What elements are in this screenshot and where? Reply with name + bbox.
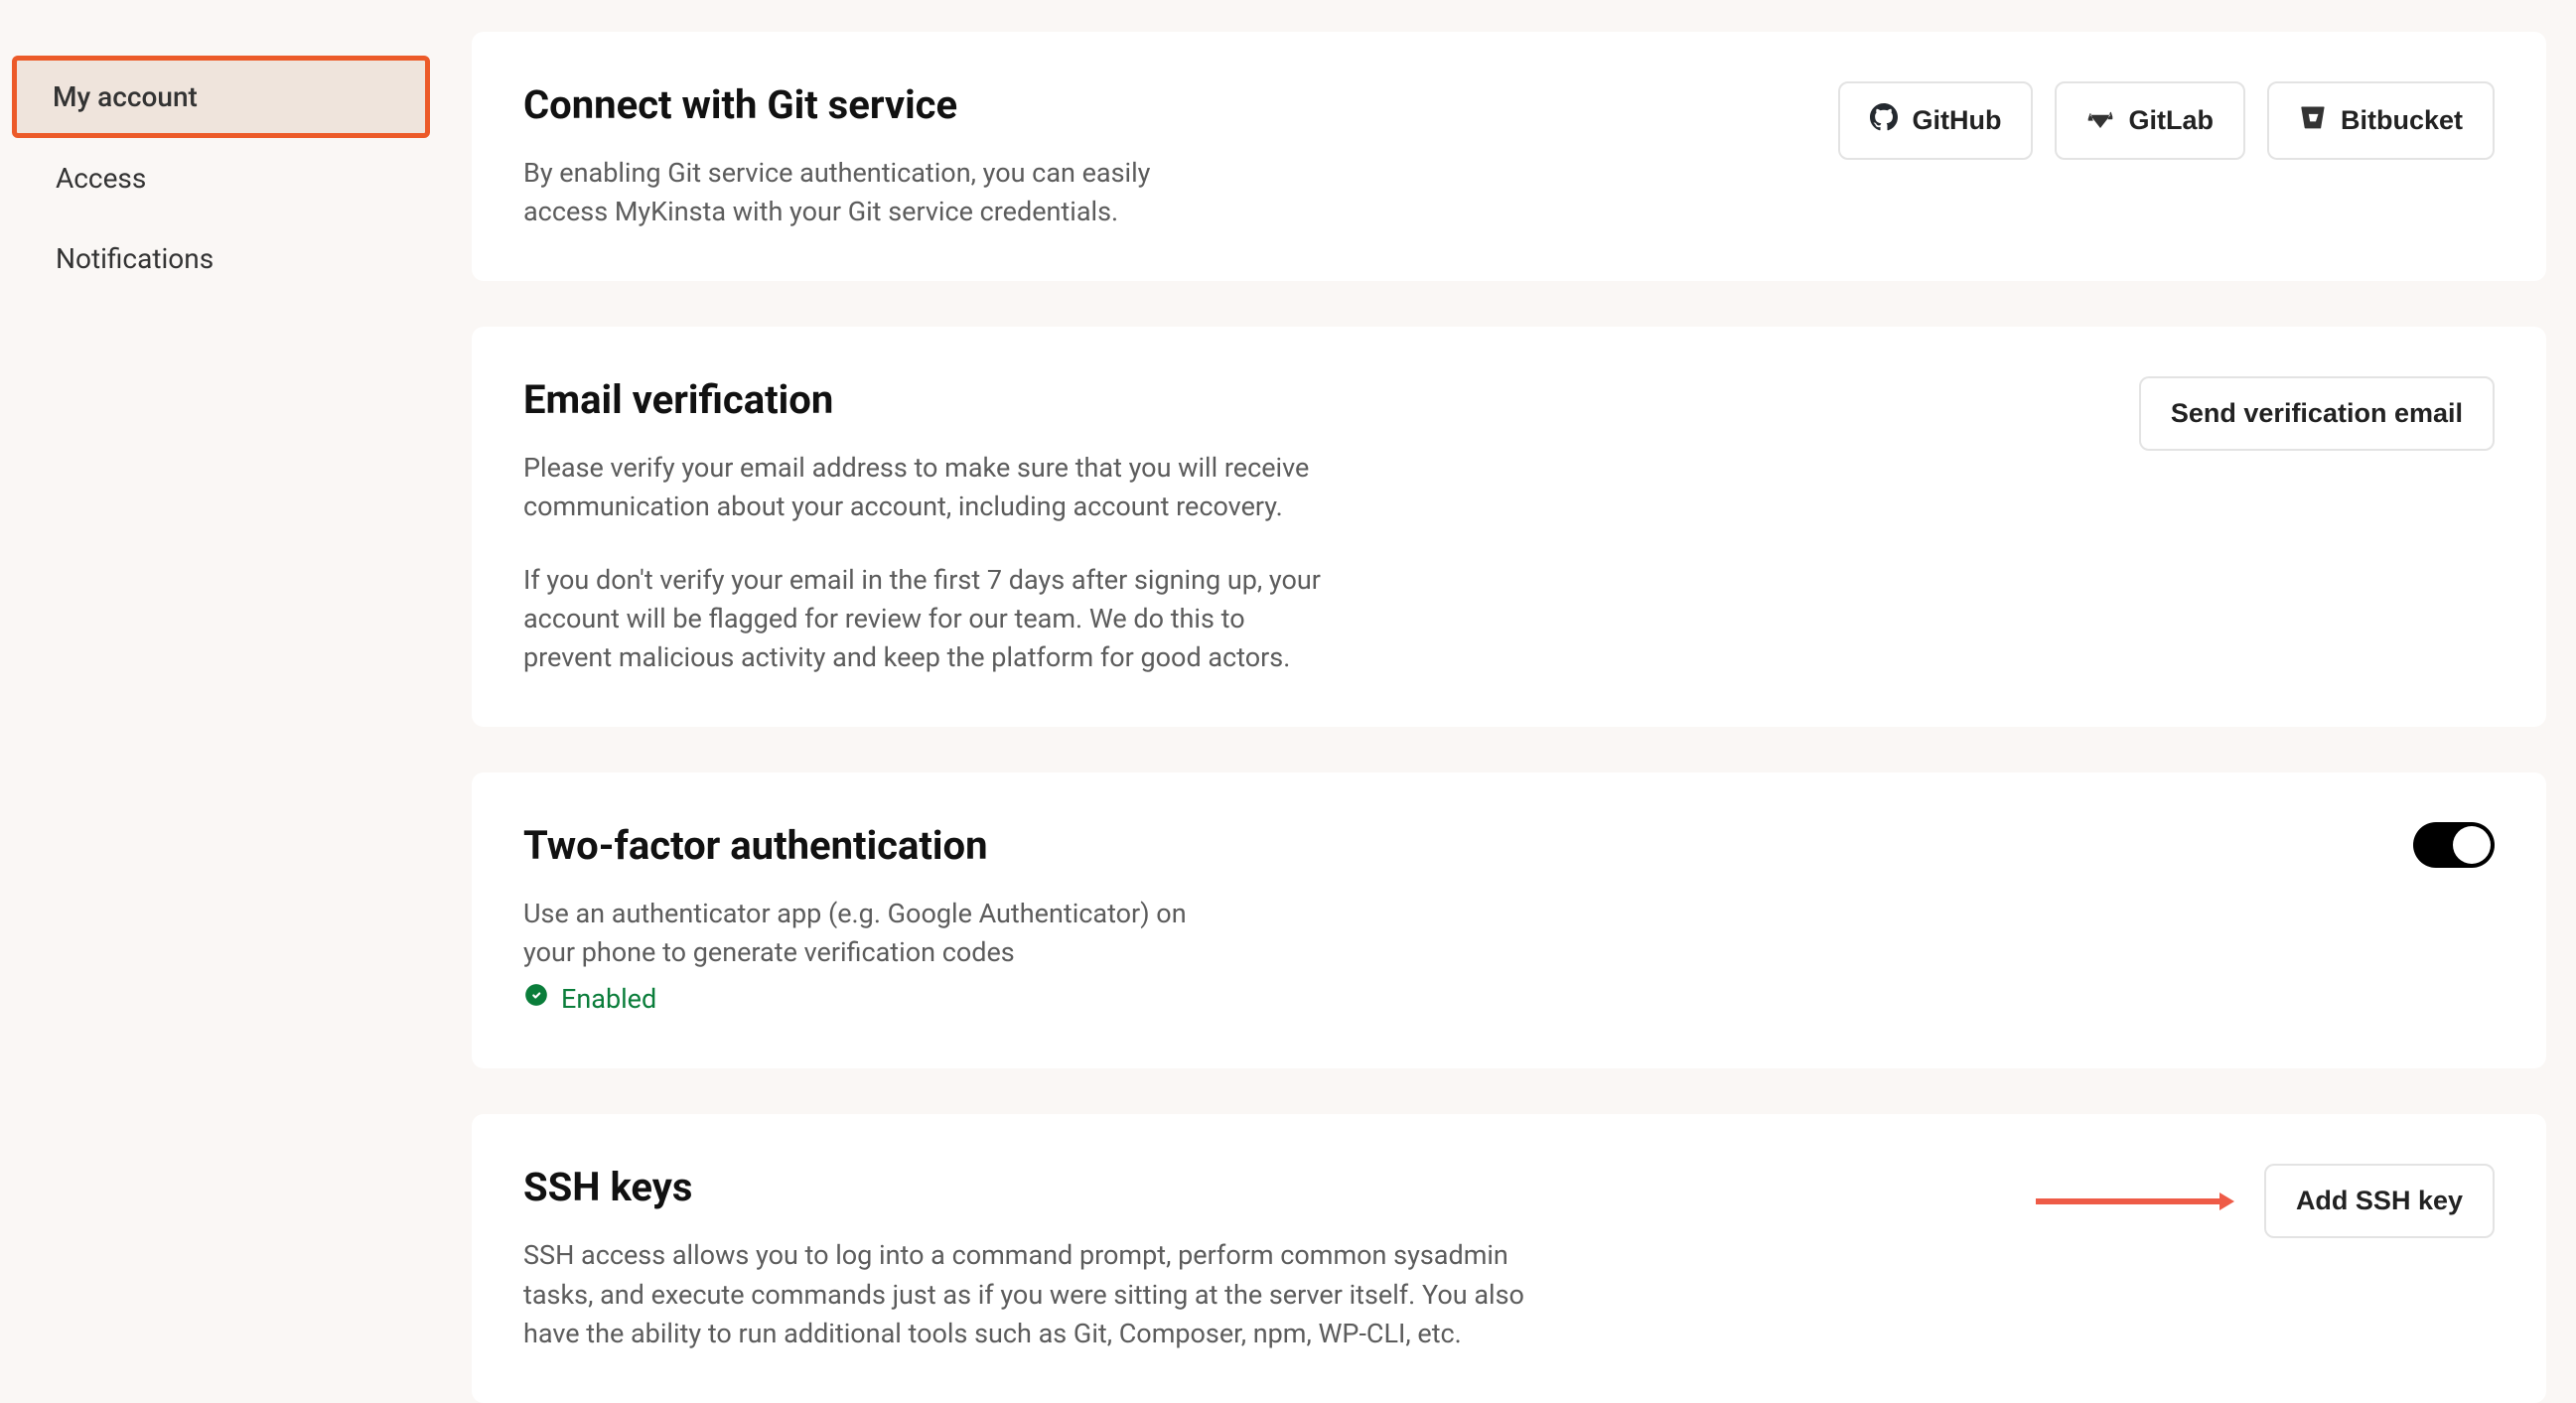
check-circle-icon <box>523 980 549 1019</box>
twofa-title: Two-factor authentication <box>523 822 1536 869</box>
twofa-status-label: Enabled <box>561 980 656 1019</box>
git-title: Connect with Git service <box>523 81 1536 128</box>
gitlab-button[interactable]: GitLab <box>2055 81 2245 160</box>
toggle-knob <box>2453 826 2491 864</box>
card-ssh-keys: SSH keys SSH access allows you to log in… <box>472 1114 2546 1402</box>
gitlab-label: GitLab <box>2128 105 2214 136</box>
add-ssh-key-label: Add SSH key <box>2296 1186 2463 1216</box>
ssh-desc: SSH access allows you to log into a comm… <box>523 1236 1536 1352</box>
annotation-arrow <box>2036 1195 2234 1207</box>
sidebar: My account Access Notifications <box>0 0 442 1350</box>
github-button[interactable]: GitHub <box>1838 81 2033 160</box>
send-verification-email-button[interactable]: Send verification email <box>2139 376 2495 451</box>
email-desc-1: Please verify your email address to make… <box>523 449 1328 526</box>
bitbucket-icon <box>2299 103 2327 138</box>
bitbucket-button[interactable]: Bitbucket <box>2267 81 2495 160</box>
ssh-title: SSH keys <box>523 1164 1536 1210</box>
card-two-factor: Two-factor authentication Use an authent… <box>472 772 2546 1068</box>
gitlab-icon <box>2086 103 2114 138</box>
sidebar-item-label: Notifications <box>56 242 214 275</box>
sidebar-item-label: My account <box>53 80 198 113</box>
github-icon <box>1870 103 1898 138</box>
git-desc: By enabling Git service authentication, … <box>523 154 1179 231</box>
sidebar-item-access[interactable]: Access <box>16 138 426 218</box>
email-title: Email verification <box>523 376 1536 423</box>
sidebar-item-my-account[interactable]: My account <box>12 56 430 138</box>
twofa-status: Enabled <box>523 980 1199 1019</box>
sidebar-item-notifications[interactable]: Notifications <box>16 218 426 299</box>
add-ssh-key-button[interactable]: Add SSH key <box>2264 1164 2495 1238</box>
card-git-service: Connect with Git service By enabling Git… <box>472 32 2546 281</box>
main-content: Connect with Git service By enabling Git… <box>442 0 2576 1350</box>
card-email-verification: Email verification Please verify your em… <box>472 327 2546 727</box>
twofa-desc: Use an authenticator app (e.g. Google Au… <box>523 895 1199 972</box>
send-verification-label: Send verification email <box>2171 398 2463 429</box>
arrow-icon <box>2036 1190 2234 1213</box>
email-desc-2: If you don't verify your email in the fi… <box>523 561 1328 677</box>
bitbucket-label: Bitbucket <box>2341 105 2463 136</box>
twofa-toggle[interactable] <box>2413 822 2495 868</box>
sidebar-item-label: Access <box>56 162 146 195</box>
github-label: GitHub <box>1912 105 2001 136</box>
